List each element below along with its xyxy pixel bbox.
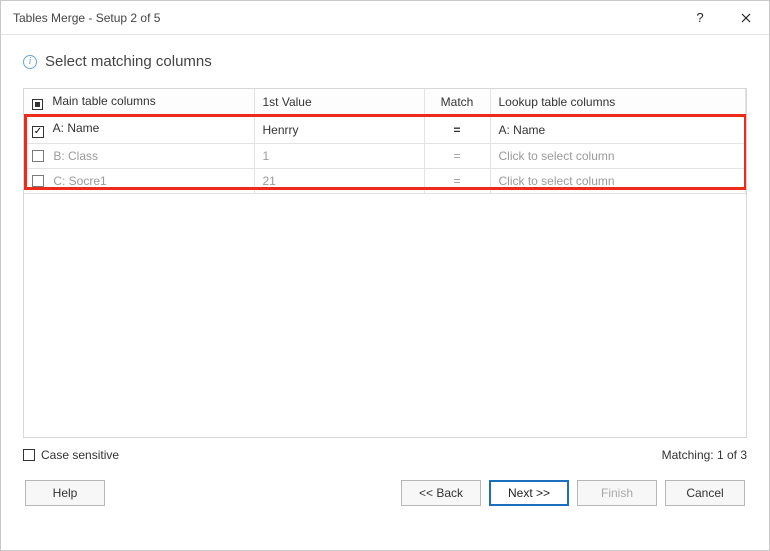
- next-button[interactable]: Next >>: [489, 480, 569, 506]
- row-checkbox[interactable]: [32, 126, 44, 138]
- first-value-cell: 21: [254, 169, 424, 194]
- heading-text: Select matching columns: [45, 53, 212, 70]
- select-all-checkbox[interactable]: [32, 99, 43, 110]
- lookup-column-cell[interactable]: A: Name: [490, 116, 746, 144]
- row-checkbox[interactable]: [32, 175, 44, 187]
- header-match[interactable]: Match: [424, 89, 490, 116]
- close-button[interactable]: [723, 1, 769, 34]
- dialog-window: Tables Merge - Setup 2 of 5 ? i Select m…: [0, 0, 770, 551]
- help-icon: ?: [696, 10, 703, 25]
- cancel-button[interactable]: Cancel: [665, 480, 745, 506]
- options-row: Case sensitive Matching: 1 of 3: [23, 448, 747, 462]
- window-title: Tables Merge - Setup 2 of 5: [13, 11, 677, 25]
- table-row[interactable]: C: Socre1 21 = Click to select column: [24, 169, 746, 194]
- wizard-buttons: Help << Back Next >> Finish Cancel: [23, 480, 747, 512]
- match-cell: =: [424, 169, 490, 194]
- columns-table: Main table columns 1st Value Match Looku…: [24, 89, 746, 194]
- main-column-cell: A: Name: [53, 121, 100, 135]
- match-cell: =: [424, 144, 490, 169]
- header-main-columns[interactable]: Main table columns: [24, 89, 254, 116]
- header-lookup-columns[interactable]: Lookup table columns: [490, 89, 746, 116]
- help-button-footer[interactable]: Help: [25, 480, 105, 506]
- header-first-value[interactable]: 1st Value: [254, 89, 424, 116]
- first-value-cell: 1: [254, 144, 424, 169]
- info-icon: i: [23, 55, 37, 69]
- case-sensitive-checkbox[interactable]: [23, 449, 35, 461]
- row-checkbox[interactable]: [32, 150, 44, 162]
- help-button[interactable]: ?: [677, 1, 723, 34]
- main-column-cell: C: Socre1: [53, 174, 106, 188]
- columns-grid: Main table columns 1st Value Match Looku…: [23, 88, 747, 438]
- back-button[interactable]: << Back: [401, 480, 481, 506]
- step-heading: i Select matching columns: [23, 53, 747, 70]
- table-row[interactable]: B: Class 1 = Click to select column: [24, 144, 746, 169]
- lookup-column-cell[interactable]: Click to select column: [490, 169, 746, 194]
- titlebar: Tables Merge - Setup 2 of 5 ?: [1, 1, 769, 35]
- header-main-label: Main table columns: [52, 94, 155, 108]
- match-cell: =: [424, 116, 490, 144]
- finish-button: Finish: [577, 480, 657, 506]
- first-value-cell: Henrry: [254, 116, 424, 144]
- case-sensitive-label: Case sensitive: [41, 448, 119, 462]
- table-header-row: Main table columns 1st Value Match Looku…: [24, 89, 746, 116]
- lookup-column-cell[interactable]: Click to select column: [490, 144, 746, 169]
- close-icon: [741, 13, 751, 23]
- main-column-cell: B: Class: [53, 149, 98, 163]
- dialog-body: i Select matching columns Main table col…: [1, 35, 769, 550]
- matching-status: Matching: 1 of 3: [662, 448, 747, 462]
- table-row[interactable]: A: Name Henrry = A: Name: [24, 116, 746, 144]
